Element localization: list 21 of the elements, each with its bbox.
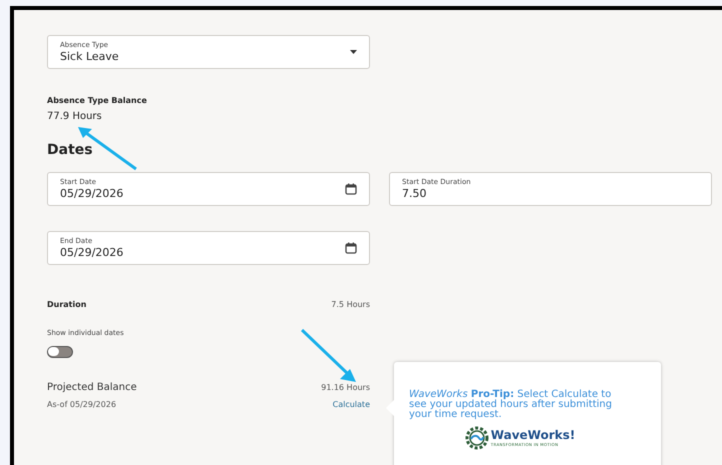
field-value: 05/29/2026: [60, 246, 124, 260]
toggle-switch[interactable]: [47, 346, 73, 358]
balance-label: Absence Type Balance: [47, 96, 148, 105]
projected-balance-value: 91.16 Hours: [321, 383, 370, 392]
calculate-link[interactable]: Calculate: [332, 400, 370, 409]
calendar-icon[interactable]: [345, 183, 357, 195]
logo-name: WaveWorks!: [490, 429, 576, 442]
as-of-date: As-of 05/29/2026: [47, 400, 116, 409]
balance-value: 77.9 Hours: [47, 111, 103, 122]
arrow-drawing: [300, 328, 358, 384]
duration-label: Duration: [47, 300, 86, 309]
field-value: 05/29/2026: [60, 186, 124, 200]
section-heading: Dates: [47, 142, 94, 158]
duration-value: 7.5 Hours: [331, 300, 370, 309]
calendar-icon[interactable]: [345, 242, 357, 254]
tip-text: WaveWorks Pro-Tip: Select Calculate to see your updated hours after submitting your time request.: [409, 390, 613, 420]
field-value: 7.50: [402, 186, 428, 200]
field-value: Sick Leave: [60, 50, 119, 64]
dropdown-caret-icon[interactable]: [350, 50, 357, 54]
projected-balance-label: Projected Balance: [47, 382, 137, 393]
gear-wave-icon: [464, 426, 489, 450]
